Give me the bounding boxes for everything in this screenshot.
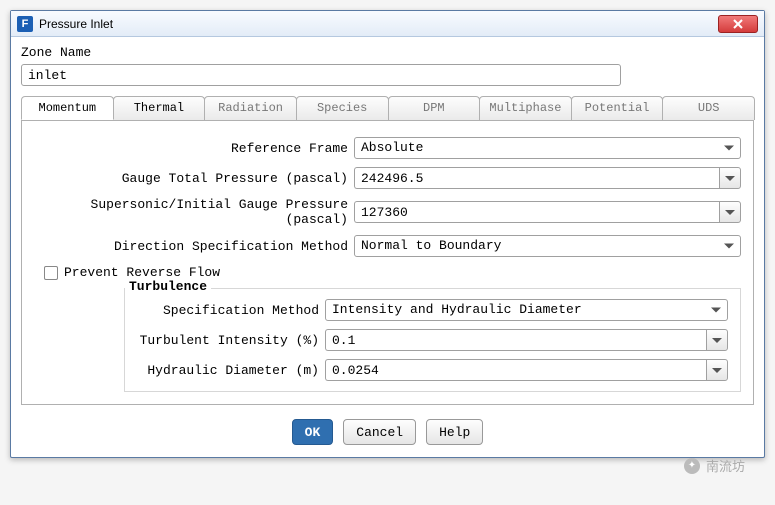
zone-name-input[interactable] bbox=[21, 64, 621, 86]
wechat-icon: ✦ bbox=[684, 458, 700, 474]
cancel-button[interactable]: Cancel bbox=[343, 419, 416, 445]
reference-frame-label: Reference Frame bbox=[34, 141, 354, 156]
turbulent-intensity-input[interactable] bbox=[325, 329, 706, 351]
watermark: ✦ 南流坊 bbox=[684, 456, 745, 475]
gauge-total-pressure-label: Gauge Total Pressure (pascal) bbox=[34, 171, 354, 186]
supersonic-pressure-dropdown[interactable] bbox=[719, 201, 741, 223]
turb-spec-method-select[interactable]: Intensity and Hydraulic Diameter bbox=[325, 299, 728, 321]
window-title: Pressure Inlet bbox=[39, 17, 718, 31]
hydraulic-diameter-input[interactable] bbox=[325, 359, 706, 381]
chevron-down-icon bbox=[724, 244, 734, 249]
tab-uds[interactable]: UDS bbox=[662, 96, 755, 120]
turbulent-intensity-dropdown[interactable] bbox=[706, 329, 728, 351]
chevron-down-icon bbox=[725, 210, 735, 215]
turbulence-legend: Turbulence bbox=[125, 279, 211, 294]
app-icon: F bbox=[17, 16, 33, 32]
gauge-total-pressure-input[interactable] bbox=[354, 167, 719, 189]
direction-spec-label: Direction Specification Method bbox=[34, 239, 354, 254]
direction-spec-value: Normal to Boundary bbox=[361, 238, 501, 253]
turb-spec-method-label: Specification Method bbox=[137, 303, 325, 318]
momentum-panel: Reference Frame Absolute Gauge Total Pre… bbox=[21, 121, 754, 405]
watermark-text: 南流坊 bbox=[706, 456, 745, 475]
hydraulic-diameter-label: Hydraulic Diameter (m) bbox=[137, 363, 325, 378]
supersonic-pressure-input[interactable] bbox=[354, 201, 719, 223]
reference-frame-value: Absolute bbox=[361, 140, 423, 155]
chevron-down-icon bbox=[725, 176, 735, 181]
help-button[interactable]: Help bbox=[426, 419, 483, 445]
hydraulic-diameter-dropdown[interactable] bbox=[706, 359, 728, 381]
tab-multiphase[interactable]: Multiphase bbox=[479, 96, 572, 120]
titlebar[interactable]: F Pressure Inlet bbox=[11, 11, 764, 37]
tab-species[interactable]: Species bbox=[296, 96, 389, 120]
button-bar: OK Cancel Help bbox=[21, 419, 754, 445]
chevron-down-icon bbox=[711, 308, 721, 313]
tab-dpm[interactable]: DPM bbox=[388, 96, 481, 120]
zone-name-label: Zone Name bbox=[21, 45, 754, 60]
turbulence-group: Turbulence Specification Method Intensit… bbox=[124, 288, 741, 392]
close-button[interactable] bbox=[718, 15, 758, 33]
tab-radiation[interactable]: Radiation bbox=[204, 96, 297, 120]
supersonic-pressure-label: Supersonic/Initial Gauge Pressure (pasca… bbox=[34, 197, 354, 227]
prevent-reverse-flow-label: Prevent Reverse Flow bbox=[64, 265, 220, 280]
chevron-down-icon bbox=[724, 146, 734, 151]
gauge-total-pressure-dropdown[interactable] bbox=[719, 167, 741, 189]
prevent-reverse-flow-checkbox[interactable] bbox=[44, 266, 58, 280]
turbulent-intensity-label: Turbulent Intensity (%) bbox=[137, 333, 325, 348]
tab-potential[interactable]: Potential bbox=[571, 96, 664, 120]
tabs: Momentum Thermal Radiation Species DPM M… bbox=[21, 96, 754, 121]
turb-spec-method-value: Intensity and Hydraulic Diameter bbox=[332, 302, 582, 317]
ok-button[interactable]: OK bbox=[292, 419, 334, 445]
tab-momentum[interactable]: Momentum bbox=[21, 96, 114, 120]
close-icon bbox=[733, 19, 743, 29]
chevron-down-icon bbox=[712, 338, 722, 343]
tab-thermal[interactable]: Thermal bbox=[113, 96, 206, 120]
direction-spec-select[interactable]: Normal to Boundary bbox=[354, 235, 741, 257]
chevron-down-icon bbox=[712, 368, 722, 373]
reference-frame-select[interactable]: Absolute bbox=[354, 137, 741, 159]
pressure-inlet-dialog: F Pressure Inlet Zone Name Momentum Ther… bbox=[10, 10, 765, 458]
